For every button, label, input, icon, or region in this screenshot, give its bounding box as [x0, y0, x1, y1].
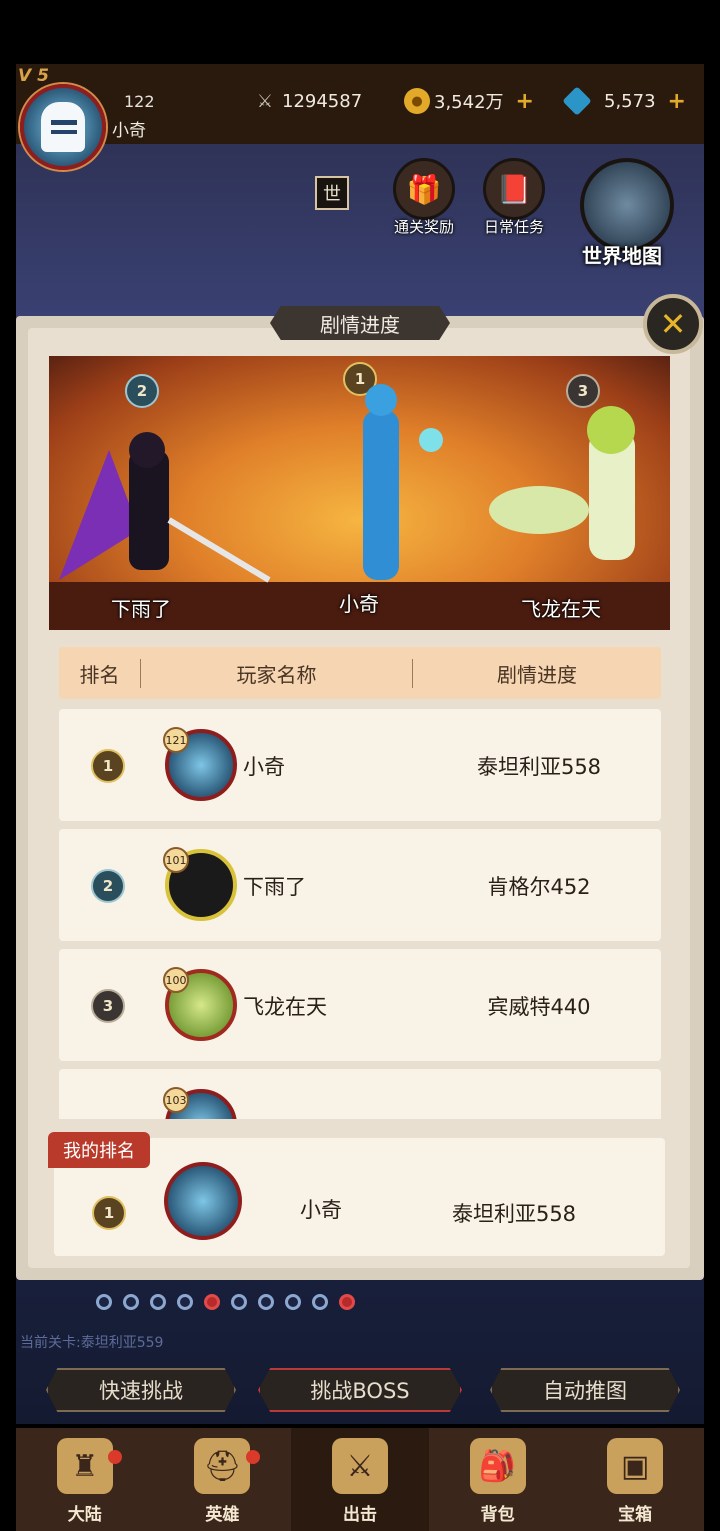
backpack-icon: 🎒 [469, 1438, 526, 1494]
stage-node [177, 1294, 193, 1310]
my-story-progress: 泰坦利亚558 [451, 1202, 577, 1226]
leaderboard-list[interactable]: 1 121 小奇 泰坦利亚558 2 101 下雨了 肯格尔452 3 100 … [59, 709, 661, 1119]
rank-emblem: 2 [91, 869, 125, 903]
clear-reward-button[interactable]: 🎁 通关奖励 [386, 158, 462, 238]
add-gold-button[interactable]: + [516, 89, 534, 114]
close-icon: ✕ [659, 305, 687, 343]
header-progress: 剧情进度 [497, 662, 577, 687]
rank-emblem: 1 [91, 749, 125, 783]
notification-dot [245, 1450, 260, 1464]
nav-battle[interactable]: ⚔ 出击 [291, 1428, 429, 1531]
stage-node [204, 1294, 220, 1310]
stage-node [339, 1294, 355, 1310]
nav-continent[interactable]: ♜ 大陆 [16, 1428, 154, 1531]
my-rank-emblem: 1 [92, 1196, 126, 1230]
quick-challenge-button[interactable]: 快速挑战 [46, 1368, 236, 1412]
vip-level: V 5 [18, 66, 49, 86]
knight-helmet-icon [41, 102, 85, 152]
nav-label: 出击 [342, 1505, 377, 1525]
table-row[interactable]: 3 100 飞龙在天 宾威特440 [59, 949, 661, 1061]
player-name: 下雨了 [243, 875, 306, 899]
stage-node [150, 1294, 166, 1310]
nav-label: 大陆 [67, 1505, 102, 1525]
nav-label: 英雄 [205, 1505, 240, 1525]
stage-node [312, 1294, 328, 1310]
hero-dark-knight [59, 432, 271, 583]
player-name: 小奇 [112, 121, 146, 141]
auto-push-button[interactable]: 自动推图 [490, 1368, 680, 1412]
table-row[interactable]: 103 [59, 1069, 661, 1119]
nav-label: 宝箱 [618, 1505, 653, 1525]
combat-power-value: 1294587 [282, 90, 363, 112]
daily-tasks-button[interactable]: 📕 日常任务 [476, 158, 552, 238]
castle-icon: ♜ [56, 1438, 113, 1494]
player-name: 飞龙在天 [243, 995, 327, 1019]
gem-icon [562, 86, 592, 116]
bottom-nav: ♜ 大陆 ⛑ 英雄 ⚔ 出击 🎒 背包 ▣ 宝箱 [16, 1428, 704, 1531]
clear-reward-label: 通关奖励 [393, 218, 454, 236]
world-map-button[interactable] [580, 158, 674, 252]
nav-heroes[interactable]: ⛑ 英雄 [154, 1428, 292, 1531]
nav-label: 背包 [480, 1505, 515, 1525]
hero-ice-sorceress [363, 384, 443, 580]
gold-value: 3,542万 [434, 92, 504, 113]
podium-name-3: 飞龙在天 [521, 597, 601, 621]
player-level: 122 [124, 92, 155, 111]
gift-box-icon: 🎁 [393, 158, 455, 220]
nav-treasure[interactable]: ▣ 宝箱 [566, 1428, 704, 1531]
table-row[interactable]: 1 121 小奇 泰坦利亚558 [59, 709, 661, 821]
panel-title: 剧情进度 [270, 306, 450, 340]
gold-coin-icon: ● [404, 88, 430, 114]
chest-icon: ▣ [607, 1438, 664, 1494]
stage-node [285, 1294, 301, 1310]
player-name: 小奇 [243, 755, 285, 779]
gold-counter: ● 3,542万 + [404, 86, 534, 116]
table-row[interactable]: 2 101 下雨了 肯格尔452 [59, 829, 661, 941]
level-badge: 100 [163, 967, 189, 993]
stage-node [96, 1294, 112, 1310]
story-progress: 肯格尔452 [487, 875, 591, 899]
swords-icon: ⚔ [331, 1438, 388, 1494]
add-gem-button[interactable]: + [668, 89, 686, 114]
combat-power: ⚔ 1294587 [252, 86, 362, 116]
podium-name-2: 下雨了 [111, 597, 171, 621]
player-avatar[interactable] [20, 84, 106, 170]
podium-name-1: 小奇 [339, 592, 379, 616]
challenge-boss-button[interactable]: 挑战BOSS [258, 1368, 462, 1412]
level-badge: 103 [163, 1087, 189, 1113]
stage-node [123, 1294, 139, 1310]
stage-node [231, 1294, 247, 1310]
my-player-name: 小奇 [300, 1198, 342, 1222]
world-map-label: 世界地图 [582, 244, 662, 268]
helmet-icon: ⛑ [194, 1438, 251, 1494]
level-badge: 101 [163, 847, 189, 873]
quest-book-icon: 📕 [483, 158, 545, 220]
gem-value: 5,573 [604, 90, 656, 112]
stage-node [258, 1294, 274, 1310]
nav-backpack[interactable]: 🎒 背包 [429, 1428, 567, 1531]
story-progress: 宾威特440 [487, 995, 591, 1019]
level-badge: 121 [163, 727, 189, 753]
hero-forest-fox [489, 406, 635, 560]
header-player-name: 玩家名称 [141, 658, 413, 688]
my-avatar [164, 1162, 242, 1240]
world-chat-button[interactable]: 世 [315, 176, 349, 210]
daily-tasks-label: 日常任务 [483, 218, 544, 236]
leaderboard-header: 排名 玩家名称 剧情进度 [59, 647, 661, 699]
current-stage-label: 当前关卡:泰坦利亚559 [20, 1335, 164, 1351]
header-rank: 排名 [59, 658, 141, 688]
close-panel-button[interactable]: ✕ [643, 294, 703, 354]
rank-emblem: 3 [91, 989, 125, 1023]
notification-dot [108, 1450, 122, 1464]
top-three-podium: 2 1 3 下雨了 小奇 飞龙在天 [49, 356, 670, 630]
story-progress: 泰坦利亚558 [476, 755, 602, 779]
stage-progress-track [96, 1294, 406, 1310]
my-rank-tag: 我的排名 [48, 1132, 150, 1168]
crossed-swords-icon: ⚔ [256, 90, 274, 112]
gem-counter: 5,573 + [562, 86, 686, 116]
